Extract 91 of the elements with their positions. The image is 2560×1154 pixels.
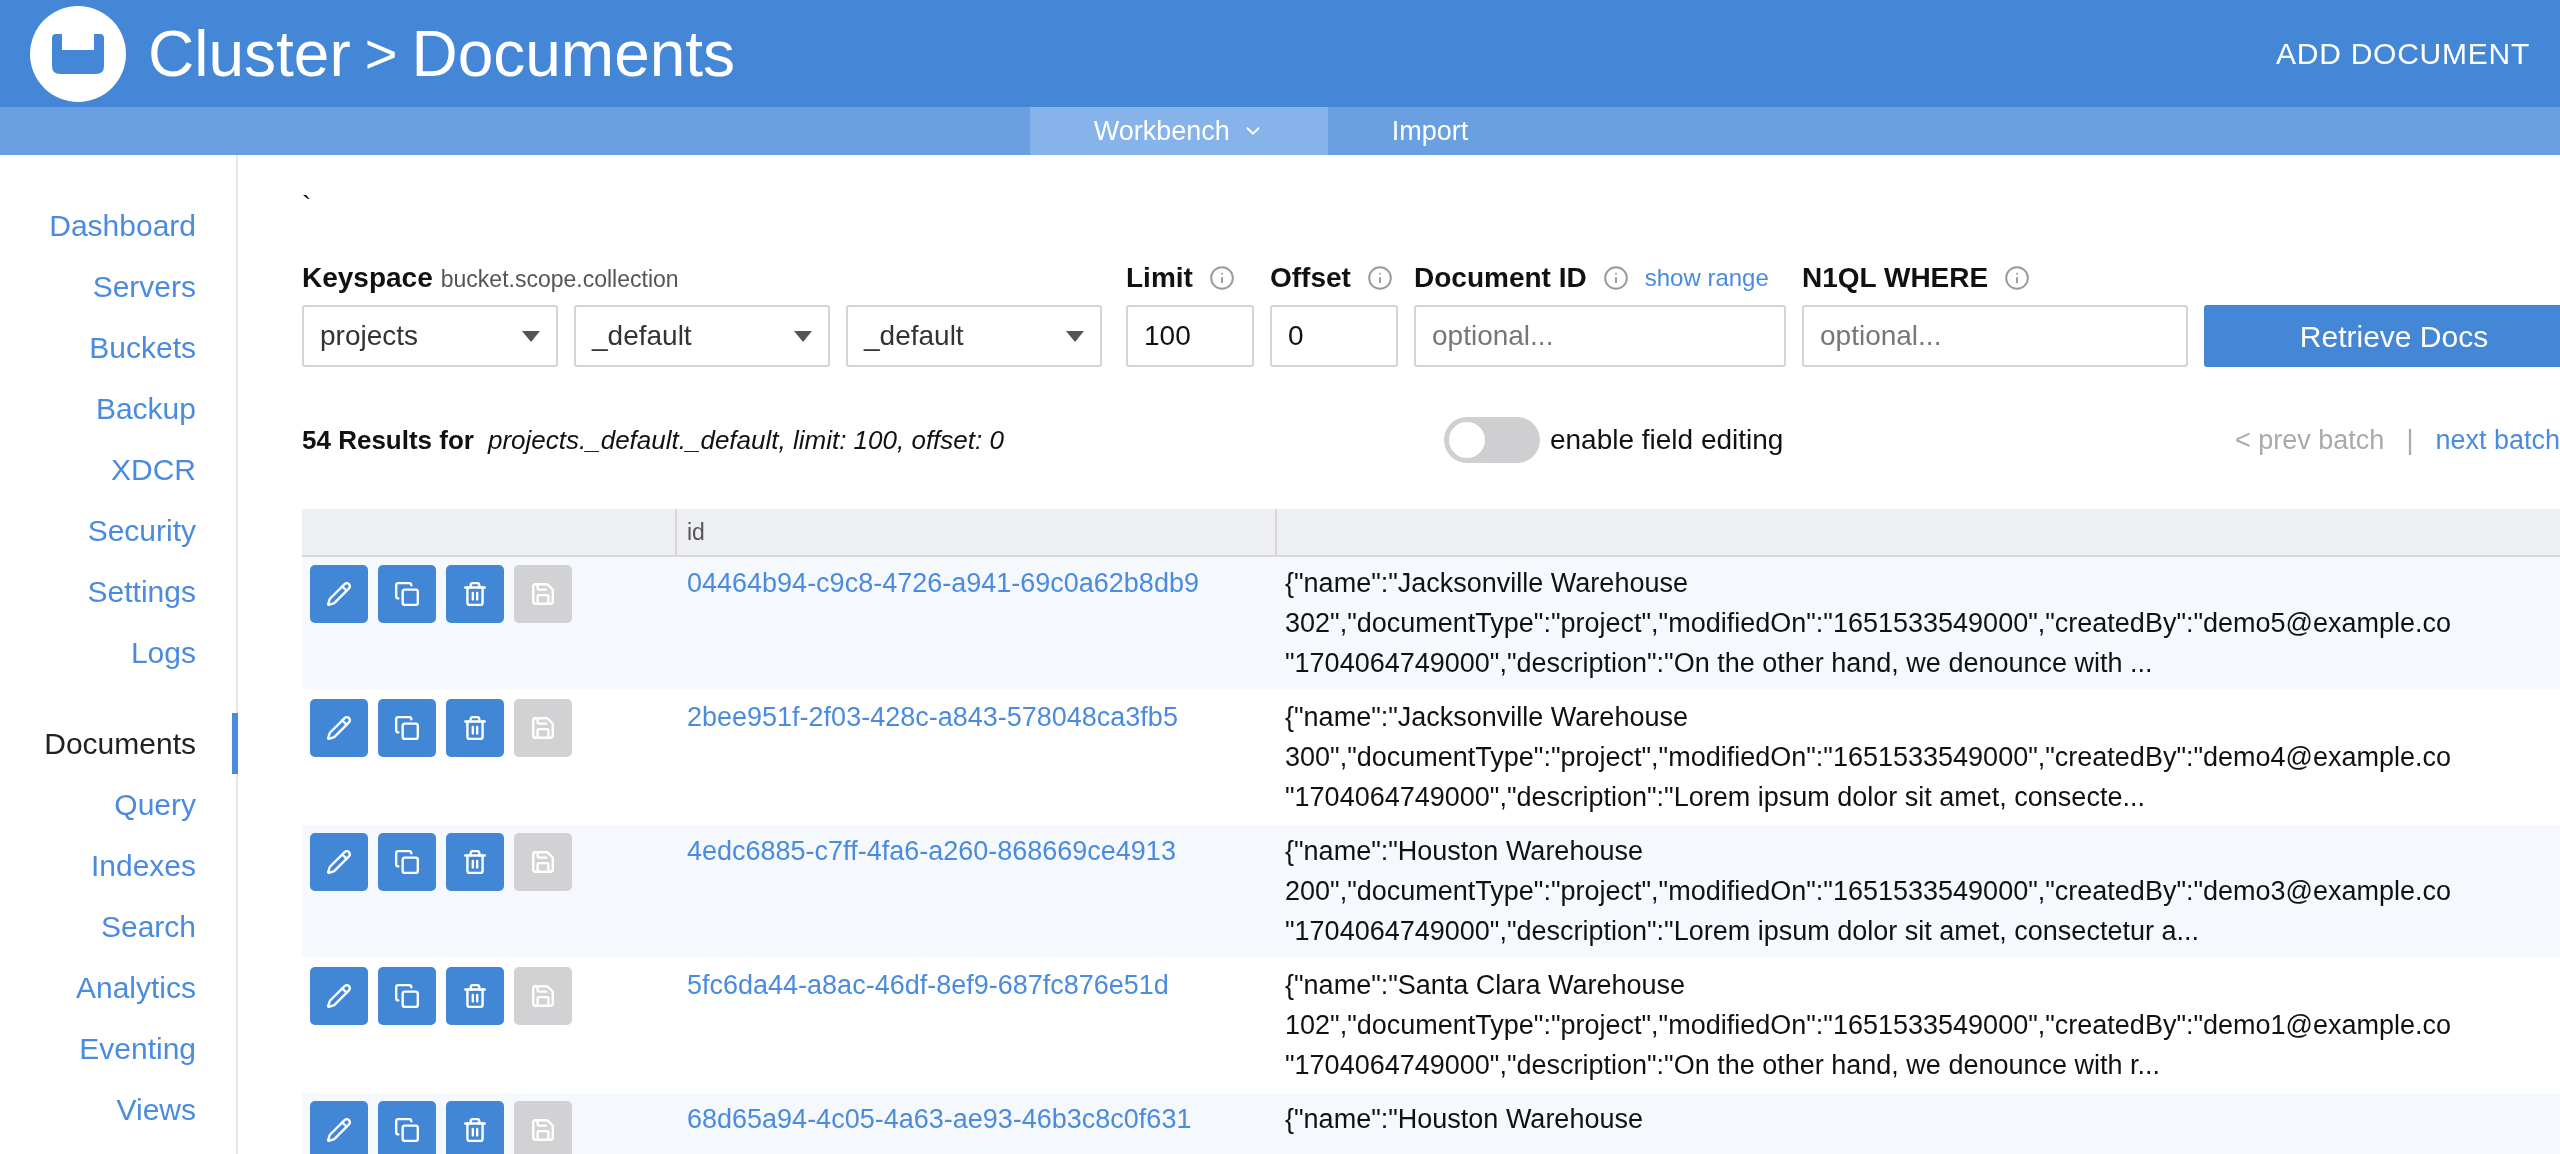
dropdown-caret-icon bbox=[522, 330, 540, 342]
sidebar-item[interactable]: Analytics bbox=[75, 957, 238, 1018]
breadcrumb-separator: > bbox=[364, 20, 398, 87]
document-json-cell-text: {"name":"Jacksonville Warehouse 302","documentType":"project","modifiedOn":"1651533549000","createdBy":"demo5@example.co "1704064749000","description":"On the other hand, we denounce with ... bbox=[1285, 567, 2452, 680]
copy-icon bbox=[394, 715, 420, 741]
edit-button[interactable] bbox=[310, 1101, 368, 1154]
sidebar-item[interactable]: Buckets bbox=[89, 317, 238, 378]
delete-button[interactable] bbox=[446, 1101, 504, 1154]
delete-button[interactable] bbox=[446, 699, 504, 757]
copy-button[interactable] bbox=[378, 565, 436, 623]
edit-button[interactable] bbox=[310, 967, 368, 1025]
sidebar-item[interactable]: Logs bbox=[130, 622, 238, 683]
offset-label: Offset bbox=[1270, 261, 1351, 295]
document-id-link[interactable]: 5fc6da44-a8ac-46df-8ef9-687fc876e51d bbox=[687, 970, 1169, 1000]
edit-button[interactable] bbox=[310, 699, 368, 757]
copy-icon bbox=[394, 983, 420, 1009]
edit-button[interactable] bbox=[310, 565, 368, 623]
stray-backtick: ` bbox=[302, 189, 312, 223]
retrieve-docs-button[interactable]: Retrieve Docs bbox=[2204, 305, 2560, 367]
sidebar-item[interactable]: Query bbox=[114, 774, 238, 835]
offset-field[interactable]: 0 bbox=[1270, 305, 1398, 367]
trash-icon bbox=[462, 715, 488, 741]
pencil-icon bbox=[326, 983, 352, 1009]
keyspace-hint: bucket.scope.collection bbox=[440, 265, 679, 294]
copy-icon bbox=[394, 849, 420, 875]
where-field[interactable]: optional... bbox=[1802, 305, 2188, 367]
trash-icon bbox=[462, 581, 488, 607]
trash-icon bbox=[462, 1117, 488, 1143]
add-document-button[interactable]: ADD DOCUMENT bbox=[2276, 31, 2530, 76]
column-header: id bbox=[687, 517, 705, 547]
results-query: projects._default._default, limit: 100, offset: 0 bbox=[487, 423, 1004, 457]
document-json-cell-text: {"name":"Houston Warehouse 200","documentType":"project","modifiedOn":"1651533549000","createdBy":"demo3@example.co "1704064749000","description":"Lorem ipsum dolor sit amet, consectetur a... bbox=[1285, 835, 2452, 948]
results-count: 54 Results for bbox=[302, 423, 474, 457]
pencil-icon bbox=[326, 715, 352, 741]
keyspace-select[interactable]: _default bbox=[846, 305, 1102, 367]
sidebar-item[interactable]: Eventing bbox=[79, 1018, 238, 1079]
keyspace-select[interactable]: _default bbox=[574, 305, 830, 367]
copy-button[interactable] bbox=[378, 967, 436, 1025]
pencil-icon bbox=[326, 1117, 352, 1143]
document-id-link[interactable]: 68d65a94-4c05-4a63-ae93-46b3c8c0f631 bbox=[687, 1104, 1192, 1134]
sidebar-item[interactable]: Search bbox=[100, 896, 238, 957]
copy-button[interactable] bbox=[378, 699, 436, 757]
edit-button[interactable] bbox=[310, 833, 368, 891]
sidebar-item[interactable]: Security bbox=[87, 500, 238, 561]
pencil-icon bbox=[326, 849, 352, 875]
sidebar-item[interactable]: Views bbox=[116, 1079, 238, 1140]
info-icon[interactable] bbox=[1366, 265, 1393, 291]
page-subtitle: Documents bbox=[411, 16, 736, 92]
trash-icon bbox=[462, 849, 488, 875]
document-id-link[interactable]: 04464b94-c9c8-4726-a941-69c0a62b8db9 bbox=[687, 568, 1199, 598]
where-label: N1QL WHERE bbox=[1802, 261, 1989, 295]
info-icon[interactable] bbox=[2004, 265, 2031, 291]
sidebar-item[interactable]: Backup bbox=[95, 378, 238, 439]
sidebar-item[interactable]: Dashboard bbox=[49, 195, 238, 256]
delete-button[interactable] bbox=[446, 833, 504, 891]
info-icon[interactable] bbox=[1208, 265, 1235, 291]
page-title: Cluster bbox=[148, 16, 351, 92]
sidebar-item[interactable]: Servers bbox=[92, 256, 238, 317]
document-id-label: Document ID bbox=[1414, 261, 1587, 295]
subnav-tab[interactable]: Import bbox=[1327, 107, 1533, 155]
copy-icon bbox=[394, 581, 420, 607]
copy-button[interactable] bbox=[378, 833, 436, 891]
document-id-link[interactable]: 4edc6885-c7ff-4fa6-a260-868669ce4913 bbox=[687, 836, 1176, 866]
info-icon[interactable] bbox=[1602, 265, 1629, 291]
field-editing-label: enable field editing bbox=[1549, 423, 1784, 457]
document-id-field[interactable]: optional... bbox=[1414, 305, 1786, 367]
copy-button[interactable] bbox=[378, 1101, 436, 1154]
show-range-link[interactable]: show range bbox=[1644, 260, 1769, 296]
limit-label: Limit bbox=[1126, 261, 1193, 295]
dropdown-caret-icon bbox=[794, 330, 812, 342]
document-json-cell-text: {"name":"Jacksonville Warehouse 300","documentType":"project","modifiedOn":"1651533549000","createdBy":"demo4@example.co "1704064749000","description":"Lorem ipsum dolor sit amet, consecte... bbox=[1285, 701, 2452, 814]
delete-button[interactable] bbox=[446, 967, 504, 1025]
limit-field[interactable]: 100 bbox=[1126, 305, 1254, 367]
pagination-separator: | bbox=[2406, 423, 2414, 457]
sidebar-item[interactable]: Indexes bbox=[90, 835, 238, 896]
document-json-cell-text: {"name":"Houston Warehouse bbox=[1285, 1103, 1643, 1136]
subnav-tab[interactable]: Workbench bbox=[1029, 107, 1328, 155]
sidebar-item[interactable]: Documents bbox=[44, 713, 238, 774]
field-editing-toggle[interactable] bbox=[1443, 417, 1540, 463]
document-json-cell-text: {"name":"Santa Clara Warehouse 102","documentType":"project","modifiedOn":"1651533549000","createdBy":"demo1@example.co "1704064749000","description":"On the other hand, we denounce with r... bbox=[1285, 969, 2452, 1082]
delete-button[interactable] bbox=[446, 565, 504, 623]
dropdown-caret-icon bbox=[1066, 330, 1084, 342]
copy-icon bbox=[394, 1117, 420, 1143]
keyspace-label: Keyspace bbox=[302, 261, 433, 295]
sidebar-item[interactable]: Settings bbox=[87, 561, 238, 622]
trash-icon bbox=[462, 983, 488, 1009]
keyspace-select[interactable]: projects bbox=[302, 305, 558, 367]
document-id-link[interactable]: 2bee951f-2f03-428c-a843-578048ca3fb5 bbox=[687, 702, 1178, 732]
sidebar-item[interactable]: XDCR bbox=[111, 439, 238, 500]
next-batch-link[interactable]: next batch bbox=[2435, 419, 2560, 461]
pencil-icon bbox=[326, 581, 352, 607]
